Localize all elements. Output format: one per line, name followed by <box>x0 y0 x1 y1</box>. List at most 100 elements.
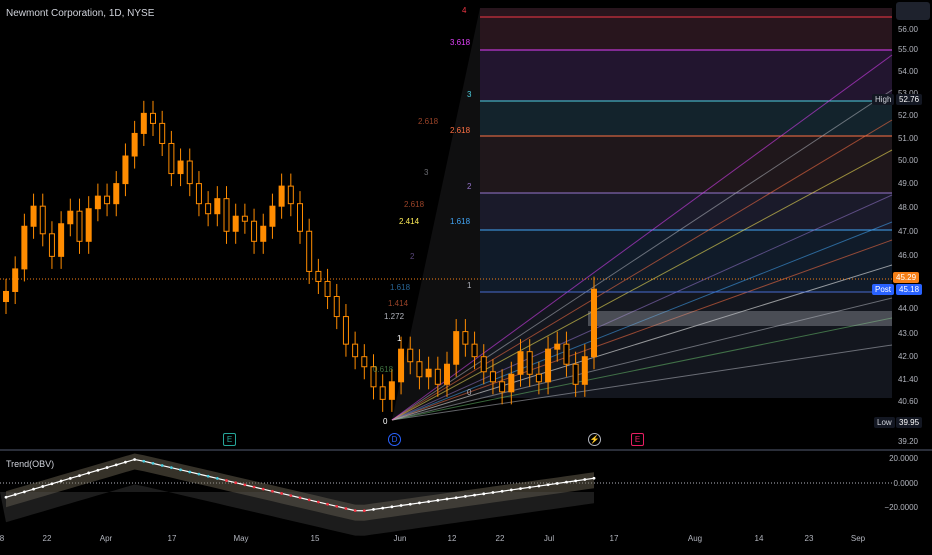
candle-body <box>251 220 258 242</box>
obv-dot <box>4 495 8 499</box>
obv-dot <box>509 488 513 492</box>
candle-body <box>480 356 487 373</box>
obv-dot <box>583 478 587 481</box>
candle-body <box>388 381 395 400</box>
price-chart[interactable] <box>0 0 932 550</box>
obv-dot <box>169 466 173 470</box>
dividend-event-icon[interactable]: D <box>388 433 401 446</box>
high-value: 52.76 <box>896 94 923 105</box>
obv-dot <box>234 481 238 485</box>
obv-dot <box>298 496 302 500</box>
indicator-axis-label: −20.0000 <box>884 503 918 512</box>
obv-dot <box>280 492 284 495</box>
obv-dot <box>408 502 412 506</box>
obv-dot <box>372 508 375 511</box>
fib-fan-label: 2.618 <box>418 117 439 126</box>
candle-body <box>572 363 579 385</box>
news-flash-icon[interactable]: ⚡ <box>588 433 601 446</box>
fib-fan-label: 1.414 <box>388 299 409 308</box>
candle-body <box>499 381 506 393</box>
candle-body <box>223 198 230 232</box>
time-axis-label: 17 <box>167 534 177 543</box>
obv-dot <box>427 500 431 504</box>
price-axis-label: 56.00 <box>897 25 918 34</box>
obv-dot <box>390 505 394 509</box>
obv-dot <box>22 490 26 494</box>
obv-dot <box>555 482 559 485</box>
time-axis-label: 22 <box>495 534 505 543</box>
fib-fan-label: 0.618 <box>373 365 394 374</box>
fib-level-label: 3 <box>467 90 472 99</box>
obv-dot <box>491 491 495 494</box>
chart-stage[interactable] <box>0 0 932 550</box>
fib-fan-label: 0 <box>383 417 388 426</box>
obv-dot <box>105 466 109 469</box>
obv-dot <box>418 501 421 505</box>
fib-level-label: 4 <box>462 6 467 15</box>
obv-dot <box>96 468 100 472</box>
price-axis-label: 41.40 <box>897 375 918 384</box>
candle-body <box>140 112 147 134</box>
candle-body <box>58 223 65 257</box>
candle-body <box>434 368 441 385</box>
candle-body <box>425 368 432 378</box>
fib-fan-label: 2 <box>410 252 415 261</box>
chart-title: Newmont Corporation, 1D, NYSE <box>6 8 155 19</box>
high-label: High <box>872 94 895 105</box>
candle-body <box>416 361 423 378</box>
low-value: 39.95 <box>896 417 923 428</box>
post-label: Post <box>872 284 895 295</box>
obv-dot <box>445 497 449 501</box>
price-axis-label: 46.00 <box>897 251 918 260</box>
indicator-title[interactable]: Trend(OBV) <box>6 459 54 469</box>
price-axis-label: 51.00 <box>897 134 918 143</box>
candle-body <box>581 356 588 385</box>
candle-body <box>333 295 340 318</box>
fib-fan-label: 1 <box>397 334 402 343</box>
obv-dot <box>252 485 256 489</box>
candle-body <box>113 183 120 205</box>
candle-body <box>21 225 28 270</box>
fib-level-label: 3.618 <box>450 38 471 47</box>
obv-dot <box>500 489 504 493</box>
low-label: Low <box>874 417 895 428</box>
candle-body <box>278 185 285 207</box>
obv-dot <box>179 468 182 472</box>
fib-band <box>480 193 892 230</box>
candle-body <box>3 290 9 303</box>
obv-shadow <box>0 484 594 536</box>
obv-dot <box>68 476 72 480</box>
candle-body <box>214 198 221 215</box>
obv-dot <box>436 498 440 502</box>
price-axis-label: 50.00 <box>897 156 918 165</box>
fib-level-label: 2 <box>467 182 472 191</box>
toolbar-button[interactable] <box>896 2 930 20</box>
fib-level-label: 1 <box>467 281 472 290</box>
candle-body <box>342 316 349 345</box>
obv-dot <box>335 504 339 508</box>
obv-dot <box>133 458 137 461</box>
candle-body <box>287 185 294 205</box>
candle-body <box>297 203 303 232</box>
obv-dot <box>565 480 568 484</box>
indicator-axis-label: 0.0000 <box>893 479 918 488</box>
obv-dot <box>519 487 522 491</box>
earnings-upcoming-icon[interactable]: E <box>631 433 644 446</box>
time-axis-label: 22 <box>42 534 52 543</box>
earnings-event-icon[interactable]: E <box>223 433 236 446</box>
candle-body <box>379 386 386 400</box>
candle-body <box>260 225 267 242</box>
candle-body <box>407 348 414 363</box>
obv-dot <box>142 459 146 463</box>
time-axis-label: 17 <box>609 534 619 543</box>
last-price-badge: 45.29 <box>893 272 920 283</box>
fib-fan-label: 1.618 <box>390 283 411 292</box>
price-axis-label: 48.00 <box>897 203 918 212</box>
obv-dot <box>261 487 265 491</box>
candle-body <box>306 230 313 272</box>
candle-body <box>591 288 597 358</box>
obv-dot <box>160 464 164 467</box>
obv-dot <box>215 477 219 480</box>
candle-body <box>12 268 19 292</box>
time-axis-label: 14 <box>754 534 764 543</box>
